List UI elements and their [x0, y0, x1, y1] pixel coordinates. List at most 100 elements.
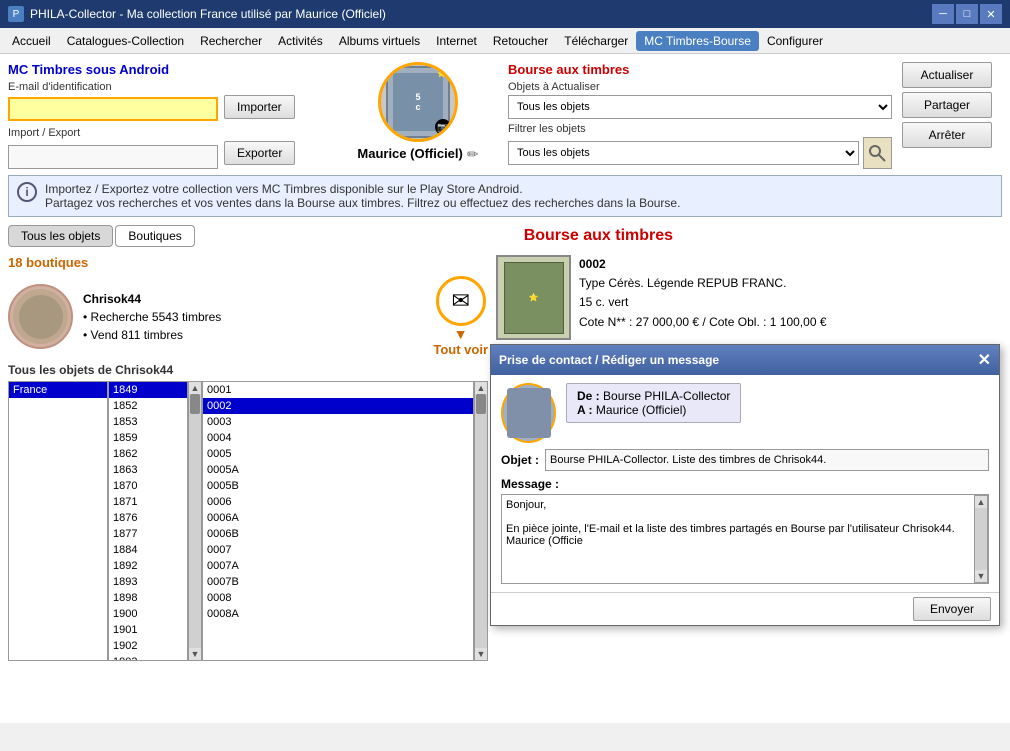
list-item[interactable]: 1852	[109, 398, 187, 414]
arreter-button[interactable]: Arrêter	[902, 122, 992, 148]
list-item[interactable]: 0005B	[203, 478, 473, 494]
list-item[interactable]: 1893	[109, 574, 187, 590]
stamp-list[interactable]: 0001 0002 0003 0004 0005 0005A 0005B 000…	[202, 381, 474, 661]
tab-boutiques[interactable]: Boutiques	[115, 225, 194, 247]
year-list[interactable]: 1849 1852 1853 1859 1862 1863 1870 1871 …	[108, 381, 188, 661]
list-item[interactable]: 1898	[109, 590, 187, 606]
list-item[interactable]: 1871	[109, 494, 187, 510]
exporter-button[interactable]: Exporter	[224, 141, 295, 165]
list-item[interactable]: 1870	[109, 478, 187, 494]
scroll-down-arrow[interactable]: ▼	[976, 570, 987, 582]
list-item[interactable]: 0005	[203, 446, 473, 462]
year-scrollbar[interactable]: ▲ ▼	[188, 381, 202, 661]
email-input[interactable]	[8, 97, 218, 121]
window-controls[interactable]: ─ □ ✕	[932, 4, 1002, 24]
list-item[interactable]: 0008	[203, 590, 473, 606]
list-item[interactable]: 0006	[203, 494, 473, 510]
list-item[interactable]: 0008A	[203, 606, 473, 622]
list-item[interactable]: 0002	[203, 398, 473, 414]
import-export-input[interactable]	[8, 145, 218, 169]
from-value: Bourse PHILA-Collector	[603, 389, 730, 403]
menu-rechercher[interactable]: Rechercher	[192, 31, 270, 51]
boutiques-count: 18 boutiques	[8, 255, 488, 270]
importer-button[interactable]: Importer	[224, 95, 295, 119]
lists-wrapper: France 1849 1852 1853 1859 1862 1863 187…	[8, 381, 488, 661]
list-item[interactable]: 1903	[109, 654, 187, 661]
list-item[interactable]: 1859	[109, 430, 187, 446]
list-item[interactable]: 1876	[109, 510, 187, 526]
bourse-title: Bourse aux timbres	[508, 62, 892, 77]
window-title: PHILA-Collector - Ma collection France u…	[30, 7, 386, 21]
scroll-track[interactable]	[975, 508, 987, 570]
list-item[interactable]: 1862	[109, 446, 187, 462]
send-button[interactable]: Envoyer	[913, 597, 991, 621]
list-item[interactable]: 1902	[109, 638, 187, 654]
list-item[interactable]: 1863	[109, 462, 187, 478]
list-item[interactable]: 0003	[203, 414, 473, 430]
menu-mc-timbres[interactable]: MC Timbres-Bourse	[636, 31, 759, 51]
scroll-up-arrow[interactable]: ▲	[190, 382, 201, 394]
message-textarea[interactable]	[502, 495, 974, 575]
menu-catalogues[interactable]: Catalogues-Collection	[59, 31, 192, 51]
app-icon: P	[8, 6, 24, 22]
info-icon: i	[17, 182, 37, 202]
tab-tous-objets[interactable]: Tous les objets	[8, 225, 113, 247]
actualiser-button[interactable]: Actualiser	[902, 62, 992, 88]
list-item[interactable]: 0001	[203, 382, 473, 398]
menu-accueil[interactable]: Accueil	[4, 31, 59, 51]
list-item[interactable]: 1853	[109, 414, 187, 430]
filter-dropdown[interactable]: Tous les objets	[508, 141, 859, 165]
list-item[interactable]: 1884	[109, 542, 187, 558]
list-item[interactable]: 1877	[109, 526, 187, 542]
scroll-up-arrow[interactable]: ▲	[476, 382, 487, 394]
minimize-button[interactable]: ─	[932, 4, 954, 24]
list-item[interactable]: 1900	[109, 606, 187, 622]
scroll-down-arrow[interactable]: ▼	[190, 648, 201, 660]
list-item[interactable]: France	[9, 382, 107, 398]
top-section: MC Timbres sous Android E-mail d'identif…	[8, 62, 1002, 169]
list-item[interactable]: 1892	[109, 558, 187, 574]
list-item[interactable]: 1901	[109, 622, 187, 638]
user-name: Maurice (Officiel)	[357, 146, 462, 161]
menu-bar: Accueil Catalogues-Collection Rechercher…	[0, 28, 1010, 54]
list-item[interactable]: 0006A	[203, 510, 473, 526]
info-bar: i Importez / Exportez votre collection v…	[8, 175, 1002, 217]
scroll-up-arrow[interactable]: ▲	[976, 496, 987, 508]
stamp-cote: Cote N** : 27 000,00 € / Cote Obl. : 1 1…	[579, 313, 1002, 332]
menu-activites[interactable]: Activités	[270, 31, 331, 51]
scroll-track[interactable]	[475, 394, 487, 648]
dialog-title: Prise de contact / Rédiger un message	[499, 353, 719, 367]
maximize-button[interactable]: □	[956, 4, 978, 24]
list-item[interactable]: 0004	[203, 430, 473, 446]
list-item[interactable]: 1849	[109, 382, 187, 398]
stamp-scrollbar[interactable]: ▲ ▼	[474, 381, 488, 661]
to-value: Maurice (Officiel)	[596, 403, 686, 417]
subject-input[interactable]	[545, 449, 989, 471]
menu-telecharger[interactable]: Télécharger	[556, 31, 636, 51]
search-button[interactable]	[863, 137, 892, 169]
scroll-down-arrow[interactable]: ▼	[476, 648, 487, 660]
edit-icon[interactable]: ✏	[467, 146, 479, 163]
menu-retoucher[interactable]: Retoucher	[485, 31, 556, 51]
country-list[interactable]: France	[8, 381, 108, 661]
list-item[interactable]: 0007A	[203, 558, 473, 574]
partager-button[interactable]: Partager	[902, 92, 992, 118]
list-item[interactable]: 0007	[203, 542, 473, 558]
email-label: E-mail d'identification	[8, 81, 328, 93]
boutique-username: Chrisok44	[83, 290, 423, 308]
menu-albums[interactable]: Albums virtuels	[331, 31, 428, 51]
list-item[interactable]: 0005A	[203, 462, 473, 478]
close-button[interactable]: ✕	[980, 4, 1002, 24]
tout-voir-button[interactable]: ✉ ▼ Tout voir	[433, 276, 488, 357]
scroll-thumb[interactable]	[476, 394, 486, 414]
message-scrollbar[interactable]: ▲ ▼	[974, 495, 988, 583]
menu-configurer[interactable]: Configurer	[759, 31, 831, 51]
dialog-close-button[interactable]: ✕	[978, 350, 991, 370]
menu-internet[interactable]: Internet	[428, 31, 485, 51]
scroll-track[interactable]	[189, 394, 201, 648]
list-item[interactable]: 0007B	[203, 574, 473, 590]
objects-dropdown[interactable]: Tous les objets	[508, 95, 892, 119]
list-item[interactable]: 0006B	[203, 526, 473, 542]
stamp-type: Type Cérès. Légende REPUB FRANC.	[579, 274, 1002, 293]
scroll-thumb[interactable]	[190, 394, 200, 414]
